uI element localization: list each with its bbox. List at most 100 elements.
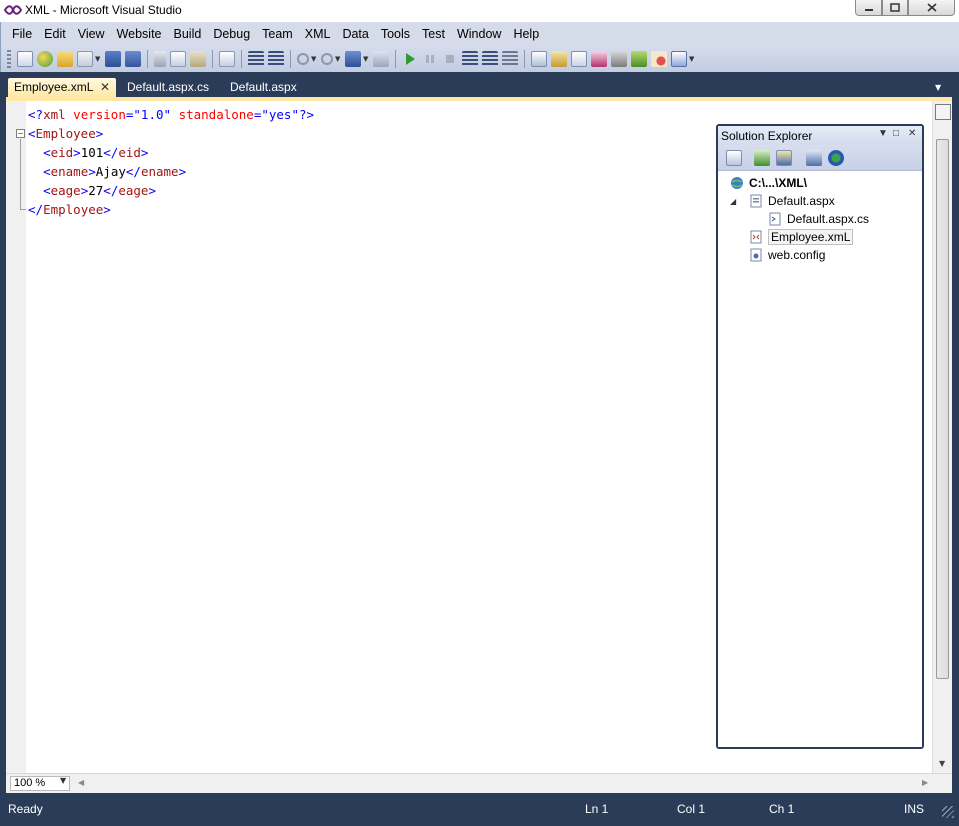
- menu-edit[interactable]: Edit: [38, 27, 72, 41]
- code-token: "yes": [261, 107, 299, 122]
- step-into-icon[interactable]: [462, 51, 478, 67]
- undo-icon[interactable]: [297, 53, 309, 65]
- panel-maximize-icon[interactable]: □: [893, 128, 899, 139]
- navigate-backward-icon[interactable]: [345, 51, 361, 67]
- close-button[interactable]: [908, 0, 955, 16]
- menu-build[interactable]: Build: [168, 27, 208, 41]
- tab-label: Default.aspx: [230, 80, 297, 94]
- tree-node-default-aspx[interactable]: Default.aspx: [749, 193, 835, 210]
- solution-explorer-icon[interactable]: [551, 51, 567, 67]
- solution-tree: C:\...\XML\ ◢ Default.aspx Default.aspx.…: [718, 171, 922, 747]
- add-item-icon[interactable]: [37, 51, 53, 67]
- find-in-files-icon[interactable]: [531, 51, 547, 67]
- add-item-dropdown-icon[interactable]: ▼: [95, 55, 101, 63]
- code-token: Employee: [43, 202, 103, 217]
- open-file-icon[interactable]: [57, 51, 73, 67]
- aspx-page-icon: [749, 194, 763, 208]
- add-new-item-icon[interactable]: [77, 51, 93, 67]
- tab-close-icon[interactable]: ✕: [100, 80, 110, 94]
- code-token: >: [96, 126, 104, 141]
- stop-icon[interactable]: [442, 51, 458, 67]
- copy-icon[interactable]: [170, 51, 186, 67]
- code-token: </: [103, 145, 118, 160]
- pause-icon[interactable]: [422, 51, 438, 67]
- minimize-button[interactable]: [855, 0, 882, 16]
- scroll-left-icon[interactable]: ◀: [78, 778, 84, 787]
- error-list-icon[interactable]: [651, 51, 667, 67]
- tab-list-dropdown-icon[interactable]: ▼: [935, 83, 941, 92]
- standard-toolbar: ▼ ▼ ▼ ▼ ▼: [0, 46, 959, 72]
- code-file-icon: [768, 212, 782, 226]
- tree-node-employee-xml[interactable]: Employee.xmL: [749, 229, 853, 246]
- view-designer-icon[interactable]: [806, 150, 822, 166]
- properties-icon[interactable]: [571, 51, 587, 67]
- uncomment-icon[interactable]: [268, 51, 284, 67]
- tree-node-website-root[interactable]: C:\...\XML\: [730, 175, 807, 192]
- tab-default-aspx[interactable]: Default.aspx: [224, 78, 297, 97]
- navigate-dropdown-icon[interactable]: ▼: [363, 55, 369, 63]
- xml-file-icon: [749, 230, 763, 244]
- tree-node-web-config[interactable]: web.config: [749, 247, 825, 264]
- properties-icon[interactable]: [726, 150, 742, 166]
- menu-view[interactable]: View: [72, 27, 111, 41]
- maximize-button[interactable]: [882, 0, 908, 16]
- menu-help[interactable]: Help: [507, 27, 545, 41]
- save-all-icon[interactable]: [125, 51, 141, 67]
- menu-data[interactable]: Data: [336, 27, 374, 41]
- cut-icon[interactable]: [154, 51, 166, 67]
- refresh-icon[interactable]: [754, 150, 770, 166]
- start-debugging-icon[interactable]: [402, 51, 418, 67]
- menu-tools[interactable]: Tools: [375, 27, 416, 41]
- redo-icon[interactable]: [321, 53, 333, 65]
- split-window-icon[interactable]: [935, 104, 951, 120]
- expand-collapse-icon[interactable]: ◢: [730, 197, 736, 206]
- nest-related-files-icon[interactable]: [776, 150, 792, 166]
- code-token: ename: [141, 164, 179, 179]
- toolbar-separator: [212, 50, 213, 68]
- toolbar-overflow-icon[interactable]: ▼: [689, 55, 695, 63]
- menu-test[interactable]: Test: [416, 27, 451, 41]
- extension-manager-icon[interactable]: [631, 51, 647, 67]
- menu-window[interactable]: Window: [451, 27, 507, 41]
- comment-icon[interactable]: [248, 51, 264, 67]
- editor-margin: [6, 101, 26, 773]
- toolbar-separator: [395, 50, 396, 68]
- scroll-down-icon[interactable]: ▼: [939, 759, 945, 768]
- new-project-icon[interactable]: [17, 51, 33, 67]
- tab-employee-xml[interactable]: Employee.xmL ✕: [8, 78, 116, 97]
- menu-xml[interactable]: XML: [299, 27, 337, 41]
- find-icon[interactable]: [219, 51, 235, 67]
- step-out-icon[interactable]: [502, 51, 518, 67]
- tab-default-aspx-cs[interactable]: Default.aspx.cs: [121, 78, 209, 97]
- menu-team[interactable]: Team: [256, 27, 299, 41]
- resize-grip-icon[interactable]: [942, 806, 954, 818]
- tree-node-default-aspx-cs[interactable]: Default.aspx.cs: [768, 211, 869, 228]
- toolbox-icon[interactable]: [611, 51, 627, 67]
- code-line-1: <?xml version="1.0" standalone="yes"?>: [28, 107, 314, 123]
- copy-website-icon[interactable]: [828, 150, 844, 166]
- zoom-dropdown-icon[interactable]: ▼: [60, 776, 66, 785]
- scrollbar-thumb[interactable]: [936, 139, 949, 679]
- editor-bottom-bar: 100 % ▼ ◀ ▶: [6, 773, 952, 793]
- panel-options-icon[interactable]: ▼: [878, 128, 888, 139]
- toolbar-grip[interactable]: [7, 50, 11, 68]
- save-icon[interactable]: [105, 51, 121, 67]
- scroll-right-icon[interactable]: ▶: [922, 778, 928, 787]
- undo-dropdown-icon[interactable]: ▼: [311, 55, 317, 63]
- panel-close-icon[interactable]: ✕: [908, 128, 916, 139]
- command-window-icon[interactable]: [671, 51, 687, 67]
- tree-node-label: web.config: [768, 248, 825, 262]
- status-line: Ln 1: [585, 802, 608, 816]
- vertical-scrollbar[interactable]: ▼: [932, 101, 952, 773]
- step-over-icon[interactable]: [482, 51, 498, 67]
- menu-debug[interactable]: Debug: [207, 27, 256, 41]
- redo-dropdown-icon[interactable]: ▼: [335, 55, 341, 63]
- code-token: >: [141, 145, 149, 160]
- navigate-forward-icon[interactable]: [373, 51, 389, 67]
- code-token: 27: [88, 183, 103, 198]
- menu-file[interactable]: File: [6, 27, 38, 41]
- object-browser-icon[interactable]: [591, 51, 607, 67]
- collapse-region-icon[interactable]: −: [16, 129, 25, 138]
- paste-icon[interactable]: [190, 51, 206, 67]
- menu-website[interactable]: Website: [111, 27, 168, 41]
